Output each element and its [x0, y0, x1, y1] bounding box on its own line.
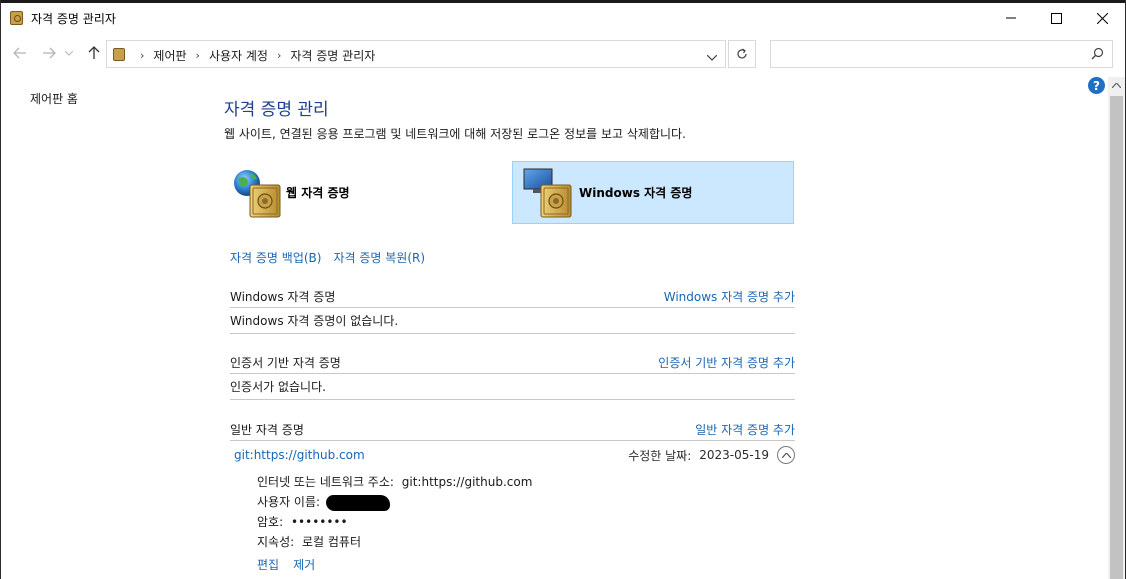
control-panel-home-link[interactable]: 제어판 홈 — [30, 90, 78, 107]
persistence-detail: 지속성: 로컬 컴퓨터 — [257, 533, 361, 550]
redacted-username — [325, 494, 390, 511]
credential-entry[interactable]: git:https://github.com 수정한 날짜: 2023-05-1… — [230, 444, 795, 466]
chevron-up-icon — [781, 452, 791, 458]
persistence-value: 로컬 컴퓨터 — [302, 535, 362, 549]
maximize-button[interactable] — [1033, 3, 1079, 33]
section-empty-message: Windows 자격 증명이 없습니다. — [230, 308, 795, 334]
breadcrumb: › 제어판 › 사용자 계정 › 자격 증명 관리자 — [131, 47, 375, 64]
title-bar[interactable]: 자격 증명 관리자 — [1, 3, 1125, 33]
add-windows-credential-link[interactable]: Windows 자격 증명 추가 — [664, 288, 795, 305]
breadcrumb-user-accounts[interactable]: 사용자 계정 — [209, 47, 268, 64]
password-label: 암호: — [257, 515, 284, 529]
close-icon — [1096, 12, 1108, 24]
backup-credentials-link[interactable]: 자격 증명 백업(B) — [230, 249, 321, 266]
window-title: 자격 증명 관리자 — [31, 12, 116, 26]
scroll-up-button[interactable] — [1108, 77, 1125, 94]
restore-credentials-link[interactable]: 자격 증명 복원(R) — [333, 249, 425, 266]
address-bar[interactable]: › 제어판 › 사용자 계정 › 자격 증명 관리자 — [106, 40, 726, 68]
address-value: git:https://github.com — [401, 475, 533, 489]
section-title: Windows 자격 증명 — [230, 289, 336, 304]
refresh-button[interactable] — [728, 40, 756, 68]
generic-credentials-section: 일반 자격 증명 일반 자격 증명 추가 — [230, 418, 795, 441]
back-button[interactable] — [10, 43, 30, 63]
password-detail: 암호: •••••••• — [257, 513, 348, 530]
breadcrumb-separator-icon[interactable]: › — [277, 49, 281, 62]
web-credentials-icon — [234, 169, 281, 217]
back-arrow-icon — [13, 47, 26, 59]
close-button[interactable] — [1079, 3, 1125, 33]
search-icon[interactable] — [1091, 47, 1104, 63]
credential-manager-icon — [10, 11, 23, 25]
page-title: 자격 증명 관리 — [224, 100, 329, 120]
username-detail: 사용자 이름: — [257, 493, 390, 511]
up-arrow-icon — [88, 46, 100, 59]
address-detail: 인터넷 또는 네트워크 주소: git:https://github.com — [257, 473, 532, 490]
add-certificate-credential-link[interactable]: 인증서 기반 자격 증명 추가 — [658, 354, 795, 371]
username-label: 사용자 이름: — [257, 495, 321, 509]
page-description: 웹 사이트, 연결된 응용 프로그램 및 네트워크에 대해 저장된 로그온 정보… — [224, 127, 686, 141]
minimize-button[interactable] — [988, 3, 1034, 33]
modified-date-value: 2023-05-19 — [699, 448, 769, 462]
web-credentials-tile[interactable]: 웹 자격 증명 — [230, 161, 500, 224]
address-label: 인터넷 또는 네트워크 주소: — [257, 475, 394, 489]
scrollbar-thumb[interactable] — [1110, 96, 1123, 579]
windows-credentials-section: Windows 자격 증명 Windows 자격 증명 추가 Windows 자… — [230, 285, 795, 334]
windows-credentials-label: Windows 자격 증명 — [579, 186, 693, 200]
credential-entry-name[interactable]: git:https://github.com — [234, 448, 365, 462]
breadcrumb-separator-icon: › — [140, 49, 145, 62]
remove-credential-link[interactable]: 제거 — [293, 556, 315, 573]
persistence-label: 지속성: — [257, 535, 295, 549]
collapse-entry-button[interactable] — [777, 446, 795, 464]
recent-locations-button[interactable] — [63, 43, 75, 63]
navigation-bar: › 제어판 › 사용자 계정 › 자격 증명 관리자 — [1, 35, 1125, 71]
search-input[interactable] — [770, 40, 1113, 68]
breadcrumb-separator-icon[interactable]: › — [196, 49, 200, 62]
credential-manager-icon — [113, 48, 125, 61]
windows-credentials-icon — [523, 168, 572, 217]
credential-entry-meta: 수정한 날짜: 2023-05-19 — [628, 446, 795, 464]
breadcrumb-credential-manager[interactable]: 자격 증명 관리자 — [290, 47, 375, 64]
password-value: •••••••• — [290, 515, 348, 529]
vertical-scrollbar[interactable] — [1108, 77, 1125, 579]
refresh-icon — [737, 48, 747, 59]
up-button[interactable] — [84, 43, 104, 63]
chevron-down-icon — [706, 54, 718, 61]
section-title: 일반 자격 증명 — [230, 422, 304, 437]
forward-arrow-icon — [43, 47, 56, 59]
help-button[interactable]: ? — [1088, 77, 1105, 94]
chevron-up-icon — [1112, 83, 1121, 88]
windows-credentials-tile[interactable]: Windows 자격 증명 — [512, 161, 794, 224]
maximize-icon — [1050, 12, 1062, 24]
edit-credential-link[interactable]: 편집 — [257, 556, 279, 573]
section-header: 일반 자격 증명 일반 자격 증명 추가 — [230, 418, 795, 441]
breadcrumb-control-panel[interactable]: 제어판 — [153, 47, 186, 64]
forward-button[interactable] — [39, 43, 59, 63]
certificate-credentials-section: 인증서 기반 자격 증명 인증서 기반 자격 증명 추가 인증서가 없습니다. — [230, 351, 795, 400]
address-dropdown-button[interactable] — [706, 50, 718, 64]
minimize-icon — [1006, 17, 1016, 19]
window-frame-left — [0, 0, 1, 579]
entry-actions: 편집 제거 — [257, 556, 315, 573]
web-credentials-label: 웹 자격 증명 — [286, 186, 350, 200]
section-title: 인증서 기반 자격 증명 — [230, 355, 341, 370]
section-header: Windows 자격 증명 Windows 자격 증명 추가 — [230, 285, 795, 308]
modified-date-label: 수정한 날짜: — [628, 448, 692, 463]
section-header: 인증서 기반 자격 증명 인증서 기반 자격 증명 추가 — [230, 351, 795, 374]
backup-restore-links: 자격 증명 백업(B) 자격 증명 복원(R) — [230, 249, 425, 266]
add-generic-credential-link[interactable]: 일반 자격 증명 추가 — [695, 421, 795, 438]
section-empty-message: 인증서가 없습니다. — [230, 374, 795, 400]
chevron-down-icon — [65, 50, 73, 56]
